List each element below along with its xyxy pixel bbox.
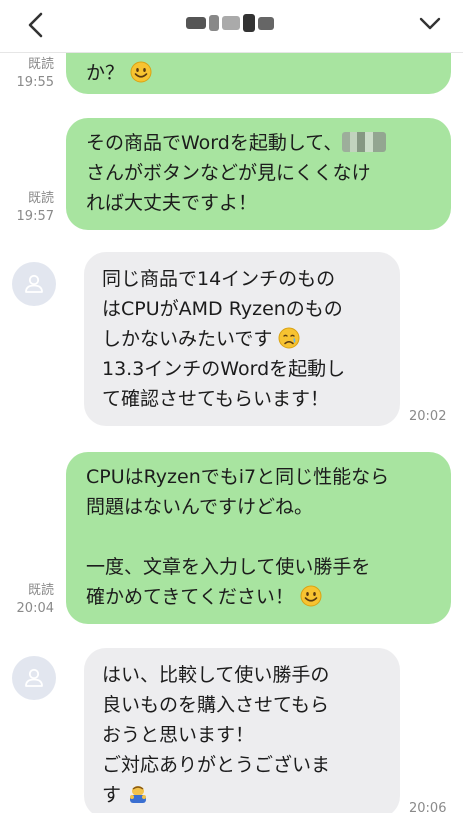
user-icon (25, 274, 43, 293)
message-bubble-received[interactable]: はい、比較して使い勝手の 良いものを購入させてもら おうと思います！ ご対応あり… (84, 648, 400, 813)
message-time: 20:04 (16, 601, 54, 616)
message-time: 19:57 (16, 209, 54, 224)
message-text-line: 一度、文章を入力して使い勝手を (86, 556, 371, 578)
message-text-line: さんがボタンなどが見にくくなけ (86, 162, 371, 184)
message-bubble-sent[interactable]: CPUはRyzenでもi7と同じ性能なら 問題はないんですけどね。 一度、文章を… (66, 452, 451, 624)
avatar[interactable] (12, 656, 56, 700)
message-text-line: 同じ商品で14インチのもの (102, 268, 336, 290)
message-time: 20:06 (409, 801, 447, 813)
message-meta: 既読 19:55 (8, 56, 54, 92)
read-receipt: 既読 (27, 191, 54, 206)
message-bubble-received[interactable]: 同じ商品で14インチのもの はCPUがAMD Ryzenのもの しかないみたいで… (84, 252, 400, 426)
message-text-line: 良いものを購入させてもら (102, 694, 330, 716)
message-text-line: 13.3インチのWordを起動し (102, 358, 346, 380)
message-bubble-sent[interactable]: その商品でWordを起動して、 さんがボタンなどが見にくくなけ れば大丈夫ですよ… (66, 118, 451, 230)
contact-name-redacted (186, 12, 278, 34)
smile-emoji-icon (300, 585, 322, 607)
message-text-line: 確かめてきてください！ (86, 586, 294, 608)
chevron-left-icon[interactable] (26, 12, 46, 38)
read-receipt: 既読 (27, 57, 54, 72)
message-text-line (86, 522, 431, 552)
message-bubble-sent[interactable]: か？ (66, 52, 451, 94)
chevron-down-icon[interactable] (418, 15, 442, 33)
message-text-line: す (102, 784, 122, 806)
message-text-line: おうと思います！ (102, 724, 255, 746)
message-meta: 既読 20:04 (8, 582, 54, 618)
chat-header (0, 0, 463, 53)
message-text-line: て確認させてもらいます！ (102, 388, 330, 410)
message-text: か？ (86, 62, 125, 84)
read-receipt: 既読 (27, 583, 54, 598)
crying-emoji-icon (278, 327, 300, 349)
message-text-line: しかないみたいです (102, 328, 273, 350)
message-text-line: CPUはRyzenでもi7と同じ性能なら (86, 466, 390, 488)
message-text-line: はい、比較して使い勝手の (102, 664, 330, 686)
message-list[interactable]: 既読 19:55 か？ 既読 19:57 その商品でWordを起動して、 さんが… (0, 52, 463, 813)
message-time: 20:02 (409, 409, 447, 424)
avatar[interactable] (12, 262, 56, 306)
bowing-person-emoji-icon (130, 786, 147, 803)
message-text-line: はCPUがAMD Ryzenのもの (102, 298, 343, 320)
smile-emoji-icon (130, 61, 152, 83)
message-meta: 既読 19:57 (8, 190, 54, 226)
message-time: 19:55 (16, 75, 54, 90)
user-icon (25, 668, 43, 687)
message-text-line: ご対応ありがとうございま (102, 754, 331, 776)
message-text-line: 問題はないんですけどね。 (86, 496, 314, 518)
message-text-line: その商品でWordを起動して、 (86, 132, 343, 154)
redacted-name (342, 132, 387, 152)
message-text-line: れば大丈夫ですよ！ (86, 192, 258, 214)
